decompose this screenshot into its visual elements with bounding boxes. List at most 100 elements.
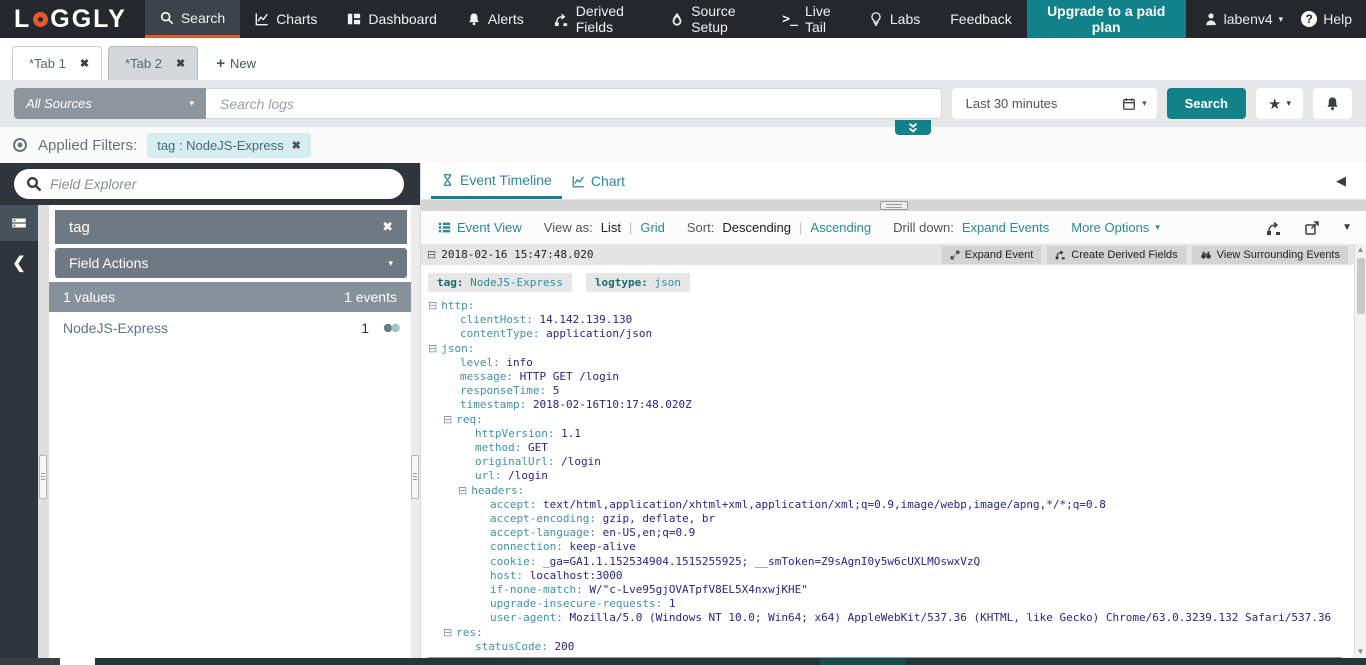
json-key[interactable]: connection: — [490, 540, 563, 553]
json-key[interactable]: httpVersion: — [475, 427, 554, 440]
tab-event-timeline[interactable]: Event Timeline — [431, 163, 562, 199]
value-toggle-icon[interactable] — [383, 323, 401, 333]
search-button[interactable]: Search — [1167, 88, 1246, 119]
share-export-icon[interactable] — [1304, 220, 1320, 236]
hourglass-icon — [441, 173, 454, 187]
filter-chip-tag[interactable]: tag : NodeJS-Express ✖ — [147, 133, 311, 158]
nav-item-source-setup[interactable]: Source Setup — [655, 0, 767, 38]
json-key[interactable]: level: — [460, 356, 500, 369]
create-derived-fields-button[interactable]: Create Derived Fields — [1047, 246, 1185, 264]
json-key[interactable]: method: — [475, 441, 521, 454]
json-key[interactable]: responseTime: — [460, 384, 546, 397]
search-input[interactable] — [206, 88, 942, 119]
alerts-bell-button[interactable] — [1313, 88, 1352, 119]
collapse-timeline-button[interactable] — [895, 120, 931, 135]
json-key[interactable]: originalUrl: — [475, 455, 554, 468]
json-key[interactable]: headers: — [471, 484, 524, 497]
nav-item-live-tail[interactable]: >_ Live Tail — [767, 0, 854, 38]
event-badge[interactable]: logtype: json — [586, 273, 690, 292]
nav-item-alerts[interactable]: Alerts — [452, 0, 539, 38]
json-key[interactable]: upgrade-insecure-requests: — [490, 597, 662, 610]
collapse-node-icon[interactable]: ⊟ — [443, 413, 452, 426]
view-as-list[interactable]: List — [601, 220, 621, 235]
json-key[interactable]: res: — [456, 626, 483, 639]
collapse-node-icon[interactable]: ⊟ — [428, 342, 437, 355]
field-actions-dropdown[interactable]: Field Actions ▾ — [55, 248, 407, 278]
help-menu[interactable]: ? Help — [1301, 11, 1352, 27]
panel-resize-gutter[interactable] — [411, 205, 420, 658]
field-explorer-input[interactable] — [14, 169, 404, 199]
json-value: info — [506, 356, 533, 369]
sources-strip-button[interactable] — [0, 205, 38, 241]
expand-icon — [950, 250, 960, 260]
collapse-node-icon[interactable]: ⊟ — [458, 484, 467, 497]
collapse-node-icon[interactable]: ⊟ — [443, 626, 452, 639]
scrollbar-thumb[interactable] — [39, 455, 47, 499]
tab-chart[interactable]: Chart — [562, 163, 635, 199]
field-list-scrollbar[interactable] — [38, 205, 49, 658]
value-row[interactable]: NodeJS-Express 1 — [55, 312, 411, 344]
json-key[interactable]: user-agent: — [490, 611, 563, 624]
time-range-picker[interactable]: Last 30 minutes ▾ — [952, 88, 1157, 119]
derived-fields-icon[interactable] — [1266, 220, 1282, 236]
json-key[interactable]: statusCode: — [475, 640, 548, 653]
event-view-link[interactable]: Event View — [438, 220, 522, 235]
filter-toggle-icon[interactable] — [12, 137, 28, 153]
json-key[interactable]: req: — [456, 413, 483, 426]
horizontal-splitter[interactable] — [421, 200, 1366, 211]
view-as-grid[interactable]: Grid — [640, 220, 665, 235]
all-sources-dropdown[interactable]: All Sources ▾ — [14, 88, 206, 119]
event-badge[interactable]: tag: NodeJS-Express — [428, 273, 572, 292]
json-key[interactable]: timestamp: — [460, 398, 526, 411]
event-row-header[interactable]: ⊟ 2018-02-16 15:47:48.020 Expand Event C… — [421, 244, 1354, 265]
json-key[interactable]: contentType: — [460, 327, 539, 340]
close-icon[interactable]: ✖ — [292, 139, 301, 152]
tab-2[interactable]: *Tab 2 ✖ — [108, 46, 198, 80]
json-key[interactable]: accept-language: — [490, 526, 596, 539]
sort-ascending[interactable]: Ascending — [810, 220, 871, 235]
json-key[interactable]: accept-encoding: — [490, 512, 596, 525]
json-key[interactable]: if-none-match: — [490, 583, 583, 596]
json-line: ⊟cookie: _ga=GA1.1.152534904.1515255925;… — [428, 555, 1354, 569]
json-key[interactable]: host: — [490, 569, 523, 582]
bell-icon — [467, 12, 481, 26]
json-key[interactable]: message: — [460, 370, 513, 383]
collapse-panel-chevron[interactable]: ❮ — [12, 253, 25, 273]
close-icon[interactable]: ✖ — [176, 57, 185, 70]
nav-item-derived-fields[interactable]: Derived Fields — [539, 0, 655, 38]
json-key[interactable]: http: — [441, 299, 474, 312]
collapse-left-arrow[interactable]: ◀ — [1316, 163, 1366, 199]
expand-events-link[interactable]: Expand Events — [962, 220, 1049, 235]
close-icon[interactable]: ✖ — [382, 219, 393, 235]
nav-item-dashboard[interactable]: Dashboard — [332, 0, 452, 38]
json-key[interactable]: cookie: — [490, 555, 536, 568]
chevron-down-icon[interactable]: ▼ — [1342, 222, 1352, 233]
json-key[interactable]: url: — [475, 469, 502, 482]
nav-item-feedback[interactable]: Feedback — [935, 0, 1026, 38]
user-menu[interactable]: labenv4 ▾ — [1204, 11, 1284, 27]
more-options-dropdown[interactable]: More Options▾ — [1071, 220, 1160, 235]
view-surrounding-events-button[interactable]: View Surrounding Events — [1192, 246, 1348, 264]
close-icon[interactable]: ✖ — [80, 57, 89, 70]
scroll-down-icon[interactable]: ▼ — [1357, 646, 1365, 658]
nav-item-charts[interactable]: Charts — [240, 0, 332, 38]
resize-grip[interactable] — [411, 455, 419, 499]
expand-event-button[interactable]: Expand Event — [942, 246, 1042, 264]
new-tab-button[interactable]: + New — [204, 46, 268, 80]
collapse-node-icon[interactable]: ⊟ — [428, 299, 437, 312]
json-key[interactable]: accept: — [490, 498, 536, 511]
tab-1[interactable]: *Tab 1 ✖ — [12, 46, 102, 80]
saved-searches-button[interactable]: ★▾ — [1256, 88, 1303, 119]
collapse-event-icon[interactable]: ⊟ — [427, 248, 436, 261]
scroll-up-icon[interactable]: ▲ — [1357, 244, 1365, 256]
event-scrollbar[interactable]: ▲ ▼ — [1354, 244, 1366, 658]
loggly-logo[interactable]: LGGLY — [0, 0, 145, 38]
json-key[interactable]: json: — [441, 342, 474, 355]
splitter-grip[interactable] — [880, 201, 908, 210]
nav-item-search[interactable]: Search — [145, 0, 240, 38]
scrollbar-thumb[interactable] — [1357, 258, 1365, 314]
nav-item-labs[interactable]: Labs — [854, 0, 935, 38]
upgrade-button[interactable]: Upgrade to a paid plan — [1027, 0, 1186, 42]
sort-descending[interactable]: Descending — [722, 220, 791, 235]
json-key[interactable]: clientHost: — [460, 313, 533, 326]
